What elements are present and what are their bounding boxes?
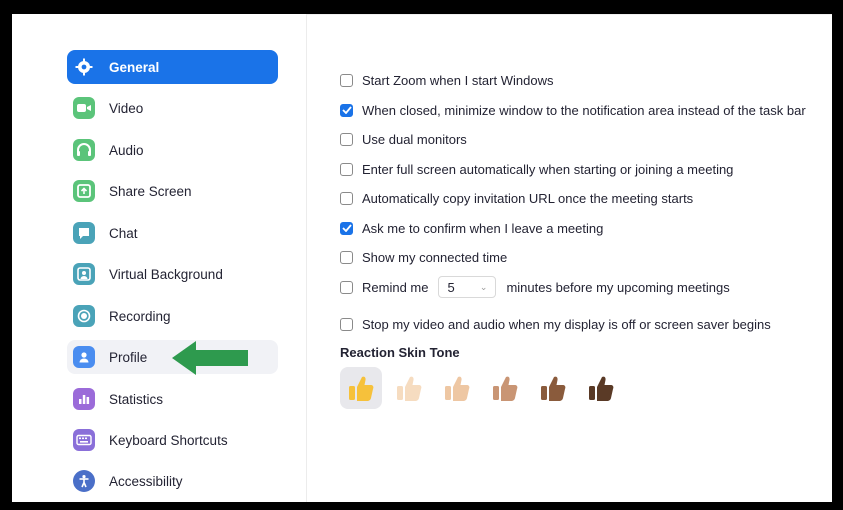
checkbox[interactable] — [340, 250, 353, 264]
thumbs-up-icon — [445, 376, 470, 401]
keyboard-icon — [73, 429, 95, 451]
option-full-screen[interactable]: Enter full screen automatically when sta… — [340, 159, 733, 179]
sidebar-item-label: Share Screen — [109, 183, 192, 199]
skin-tone-option-medium-dark[interactable] — [532, 367, 574, 409]
statistics-icon — [73, 388, 95, 410]
checkbox[interactable] — [340, 103, 353, 117]
option-dual-monitors[interactable]: Use dual monitors — [340, 129, 467, 149]
sidebar-item-recording[interactable]: Recording — [67, 299, 278, 333]
sidebar-item-label: Audio — [109, 142, 144, 158]
sidebar-item-label: Chat — [109, 225, 138, 241]
skin-tone-option-medium[interactable] — [484, 367, 526, 409]
share-screen-icon — [73, 180, 95, 202]
thumbs-up-icon — [397, 376, 422, 401]
sidebar-item-label: Recording — [109, 308, 171, 324]
accessibility-icon — [73, 470, 95, 492]
sidebar-item-label: Video — [109, 100, 144, 116]
skin-tone-option-yellow[interactable] — [340, 367, 382, 409]
option-label: Stop my video and audio when my display … — [362, 316, 771, 332]
thumbs-up-icon — [349, 376, 374, 401]
sidebar-item-chat[interactable]: Chat — [67, 216, 278, 250]
option-minimize-to-notification-area[interactable]: When closed, minimize window to the noti… — [340, 100, 806, 120]
annotation-arrow — [172, 341, 248, 375]
sidebar-item-label: Virtual Background — [109, 266, 223, 282]
option-label: Ask me to confirm when I leave a meeting — [362, 220, 604, 236]
general-settings-panel: Start Zoom when I start Windows When clo… — [307, 14, 832, 502]
sidebar-item-virtual-background[interactable]: Virtual Background — [67, 257, 278, 291]
checkbox[interactable] — [340, 221, 353, 235]
remind-prefix-label: Remind me — [362, 279, 429, 295]
option-stop-video-audio[interactable]: Stop my video and audio when my display … — [340, 314, 771, 334]
option-connected-time[interactable]: Show my connected time — [340, 247, 507, 267]
chat-icon — [73, 222, 95, 244]
thumbs-up-icon — [493, 376, 518, 401]
sidebar-item-keyboard-shortcuts[interactable]: Keyboard Shortcuts — [67, 423, 278, 457]
profile-icon — [73, 346, 95, 368]
virtual-background-icon — [73, 263, 95, 285]
option-copy-invitation-url[interactable]: Automatically copy invitation URL once t… — [340, 188, 693, 208]
option-remind-me[interactable]: Remind me 5 ⌄ minutes before my upcoming… — [340, 276, 730, 298]
settings-window: General Video Audio Share Screen Chat Vi… — [12, 14, 832, 502]
skin-tone-option-medium-light[interactable] — [436, 367, 478, 409]
option-label: Use dual monitors — [362, 131, 467, 147]
recording-icon — [73, 305, 95, 327]
option-confirm-leave[interactable]: Ask me to confirm when I leave a meeting — [340, 218, 603, 238]
option-label: Enter full screen automatically when sta… — [362, 161, 734, 177]
thumbs-up-icon — [541, 376, 566, 401]
sidebar-item-general[interactable]: General — [67, 50, 278, 84]
sidebar-item-label: Accessibility — [109, 473, 183, 489]
remind-minutes-value: 5 — [447, 279, 455, 295]
remind-suffix-label: minutes before my upcoming meetings — [506, 279, 730, 295]
thumbs-up-icon — [589, 376, 614, 401]
option-label: Automatically copy invitation URL once t… — [362, 190, 694, 206]
checkbox[interactable] — [340, 162, 353, 176]
option-label: Show my connected time — [362, 249, 508, 265]
remind-minutes-select[interactable]: 5 ⌄ — [438, 276, 497, 298]
sidebar-item-video[interactable]: Video — [67, 91, 278, 125]
sidebar-item-label: Keyboard Shortcuts — [109, 432, 228, 448]
checkbox[interactable] — [340, 191, 353, 205]
option-label: When closed, minimize window to the noti… — [362, 102, 806, 118]
checkbox[interactable] — [340, 73, 353, 87]
sidebar-item-label: Statistics — [109, 391, 164, 407]
reaction-skin-tone-title: Reaction Skin Tone — [340, 345, 460, 360]
sidebar-item-label: Profile — [109, 349, 148, 365]
option-start-zoom[interactable]: Start Zoom when I start Windows — [340, 70, 553, 90]
skin-tone-picker — [340, 367, 628, 409]
sidebar-item-label: General — [109, 59, 160, 75]
video-icon — [73, 97, 95, 119]
sidebar-item-accessibility[interactable]: Accessibility — [67, 464, 278, 498]
sidebar-item-statistics[interactable]: Statistics — [67, 382, 278, 416]
checkbox[interactable] — [340, 132, 353, 146]
option-label: Start Zoom when I start Windows — [362, 72, 554, 88]
skin-tone-option-light[interactable] — [388, 367, 430, 409]
sidebar-item-share-screen[interactable]: Share Screen — [67, 174, 278, 208]
sidebar-item-audio[interactable]: Audio — [67, 133, 278, 167]
settings-sidebar: General Video Audio Share Screen Chat Vi… — [12, 14, 307, 502]
check-icon — [341, 106, 352, 114]
checkbox[interactable] — [340, 280, 353, 294]
skin-tone-option-dark[interactable] — [580, 367, 622, 409]
check-icon — [341, 224, 352, 232]
gear-icon — [73, 56, 95, 78]
headphones-icon — [73, 139, 95, 161]
chevron-down-icon: ⌄ — [479, 281, 488, 292]
checkbox[interactable] — [340, 317, 353, 331]
